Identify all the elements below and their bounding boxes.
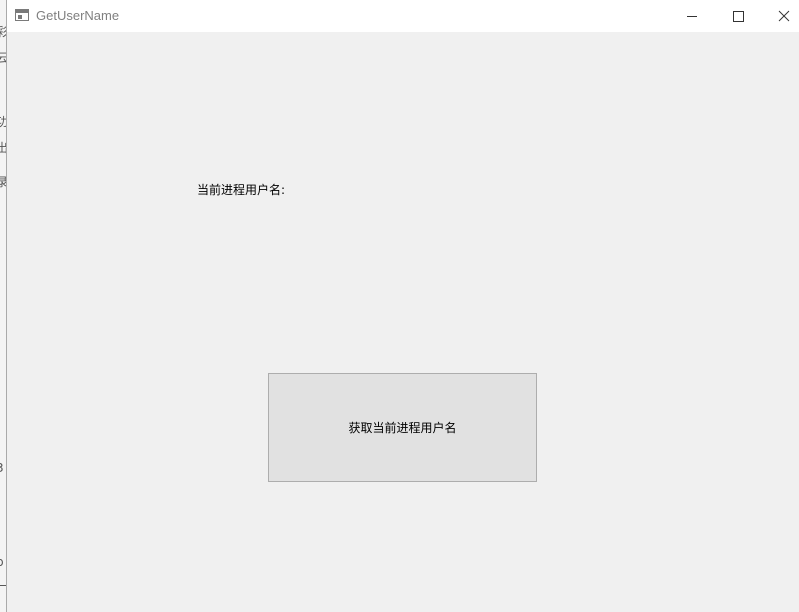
minimize-button[interactable] [669, 0, 715, 32]
close-icon [778, 10, 790, 22]
window-title: GetUserName [36, 8, 120, 23]
app-window: GetUserName 当前进程用户名: 获取当前进程用户名 [6, 0, 799, 612]
maximize-icon [733, 11, 744, 22]
title-bar[interactable]: GetUserName [7, 0, 799, 32]
app-window-icon [15, 9, 29, 21]
minimize-icon [687, 16, 697, 17]
username-label: 当前进程用户名: [197, 183, 286, 197]
close-button[interactable] [761, 0, 799, 32]
maximize-button[interactable] [715, 0, 761, 32]
get-username-button[interactable]: 获取当前进程用户名 [268, 373, 537, 482]
